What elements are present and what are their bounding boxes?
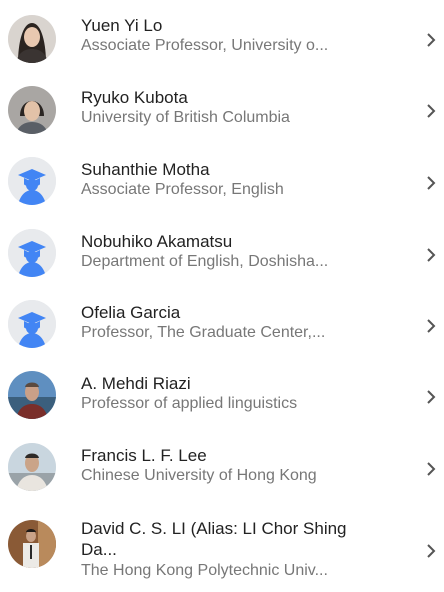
coauthor-name[interactable]: Nobuhiko Akamatsu [81,231,397,252]
coauthor-name[interactable]: Suhanthie Motha [81,159,397,180]
coauthor-affiliation: The Hong Kong Polytechnic Univ... [81,562,328,579]
person-photo-icon [8,15,56,63]
coauthor-item[interactable]: Yuen Yi Lo Associate Professor, Universi… [0,4,444,74]
coauthor-name[interactable]: Francis L. F. Lee [81,445,397,466]
coauthor-avatar [8,229,56,277]
graduation-cap-placeholder-icon [8,157,56,205]
coauthor-name[interactable]: Ofelia Garcia [81,302,397,323]
coauthor-item[interactable]: Nobuhiko Akamatsu Department of English,… [0,218,444,288]
person-photo-icon [8,520,56,568]
coauthor-list: Yuen Yi Lo Associate Professor, Universi… [0,0,444,592]
coauthor-name[interactable]: A. Mehdi Riazi [81,373,397,394]
chevron-right-icon[interactable] [424,102,438,120]
person-photo-icon [8,371,56,419]
coauthor-avatar [8,86,56,134]
coauthor-affiliation: University of British Columbia [81,109,290,126]
chevron-right-icon[interactable] [424,388,438,406]
chevron-right-icon[interactable] [424,174,438,192]
coauthor-avatar [8,520,56,568]
coauthor-avatar [8,157,56,205]
coauthor-affiliation: Associate Professor, English [81,181,284,198]
chevron-right-icon[interactable] [424,31,438,49]
coauthor-item[interactable]: Francis L. F. Lee Chinese University of … [0,433,444,503]
coauthor-affiliation: Chinese University of Hong Kong [81,467,317,484]
coauthor-avatar [8,15,56,63]
graduation-cap-placeholder-icon [8,229,56,277]
coauthor-affiliation: Professor of applied linguistics [81,395,298,412]
person-photo-icon [8,443,56,491]
coauthor-name-line1[interactable]: David C. S. LI (Alias: LI Chor Shing [81,518,397,539]
chevron-right-icon[interactable] [424,246,438,264]
coauthor-item[interactable]: Ofelia Garcia Professor, The Graduate Ce… [0,290,444,360]
coauthor-item[interactable]: Ryuko Kubota University of British Colum… [0,76,444,146]
chevron-right-icon[interactable] [424,542,438,560]
coauthor-avatar [8,371,56,419]
coauthor-avatar [8,300,56,348]
chevron-right-icon[interactable] [424,317,438,335]
coauthor-name[interactable]: Ryuko Kubota [81,87,397,108]
coauthor-item[interactable]: Suhanthie Motha Associate Professor, Eng… [0,147,444,217]
graduation-cap-placeholder-icon [8,300,56,348]
coauthor-affiliation: Associate Professor, University o... [81,37,329,54]
chevron-right-icon[interactable] [424,460,438,478]
coauthor-affiliation: Department of English, Doshisha... [81,253,329,270]
coauthor-affiliation: Professor, The Graduate Center,... [81,324,326,341]
coauthor-name[interactable]: Yuen Yi Lo [81,15,397,36]
coauthor-item[interactable]: A. Mehdi Riazi Professor of applied ling… [0,361,444,431]
coauthor-item[interactable]: David C. S. LI (Alias: LI Chor Shing Da.… [0,504,444,592]
coauthor-name-line2[interactable]: Da... [81,539,397,560]
person-photo-icon [8,86,56,134]
coauthor-avatar [8,443,56,491]
